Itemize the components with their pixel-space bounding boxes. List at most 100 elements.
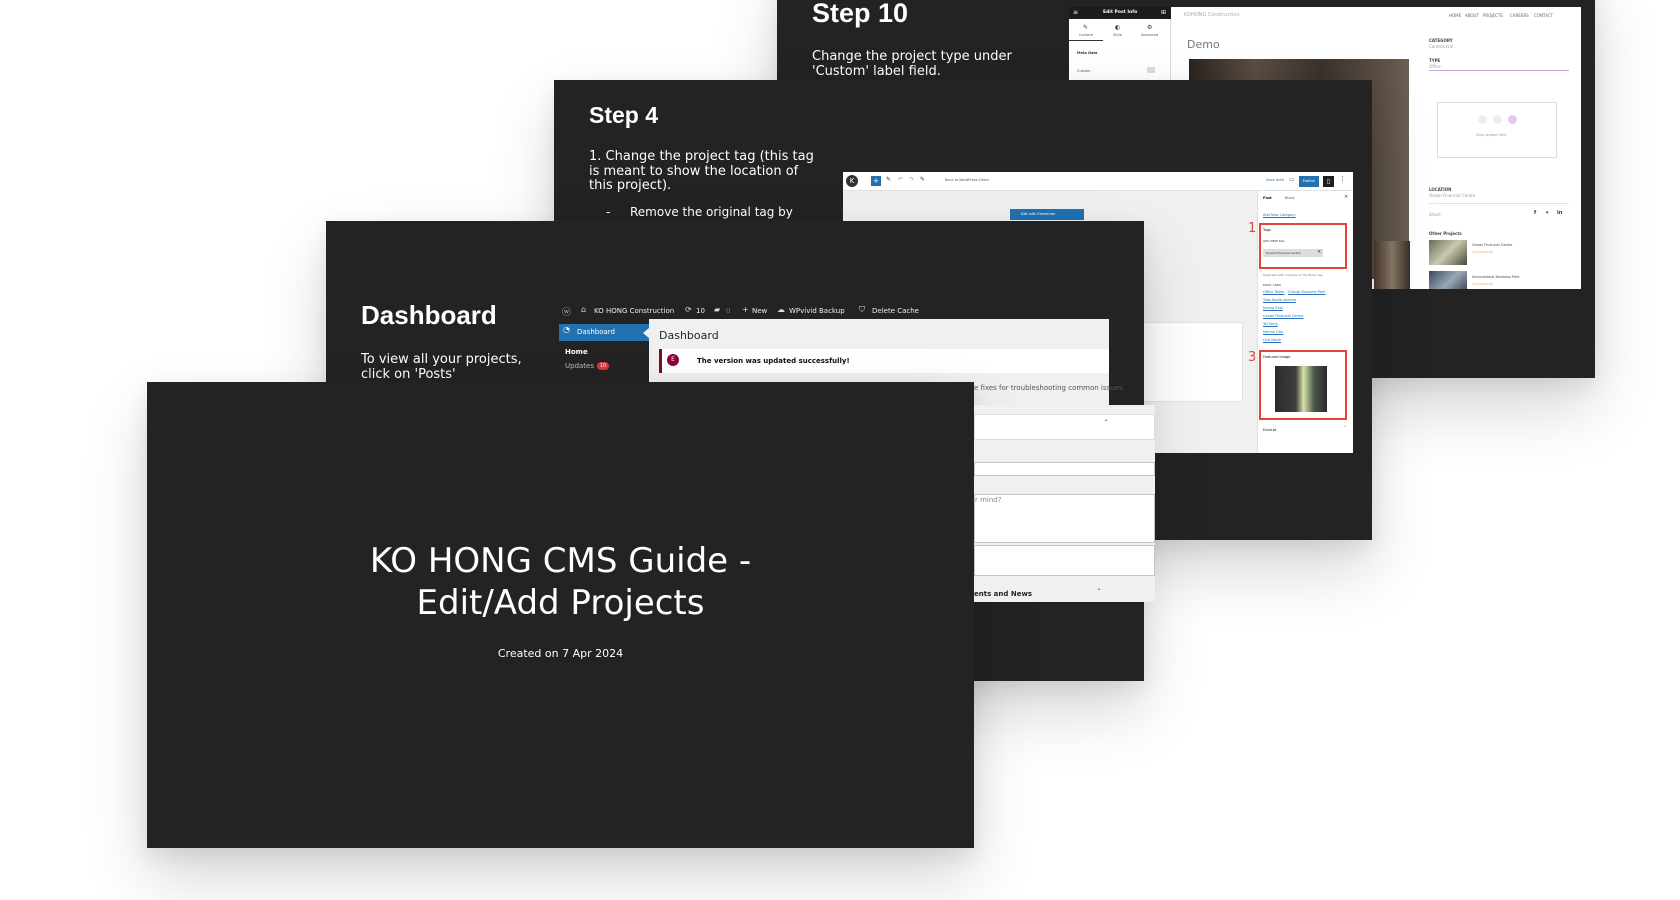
wordpress-logo-icon[interactable]: ⓦ xyxy=(562,305,571,318)
new-link[interactable]: New xyxy=(752,307,767,315)
tag-link-1[interactable]: Office Tower xyxy=(1263,290,1284,294)
slide-title-cover[interactable]: KO HONG CMS Guide - Edit/Add Projects Cr… xyxy=(147,382,974,848)
settings-icon[interactable]: ▯ xyxy=(1323,176,1334,187)
events-collapse-icon[interactable]: ˆ xyxy=(1097,588,1101,597)
edit-with-elementor-label: Edit with Elementor xyxy=(1021,212,1056,216)
category-label: CATEGORY xyxy=(1429,38,1453,43)
pencil-icon: ✎ xyxy=(1083,24,1089,31)
nav-contact[interactable]: CONTACT xyxy=(1534,13,1553,18)
submenu-updates[interactable]: Updates xyxy=(565,362,594,370)
linkedin-icon[interactable]: in xyxy=(1557,210,1562,216)
events-title: ents and News xyxy=(974,590,1033,598)
tag-link-8[interactable]: One North xyxy=(1263,338,1281,342)
preview-icon[interactable]: ▭ xyxy=(1289,176,1295,183)
field-custom-control[interactable] xyxy=(1147,67,1155,73)
other-project-1[interactable]: Ocean Financial Centre xyxy=(1472,243,1512,247)
notice-subtext: e fixes for troubleshooting common issue… xyxy=(974,384,1125,392)
backup-link[interactable]: WPvivid Backup xyxy=(789,307,845,315)
other-project-2[interactable]: International Business Park xyxy=(1472,275,1520,279)
tools-icon[interactable]: ✎ xyxy=(920,176,925,183)
other-project-thumb-1[interactable] xyxy=(1429,240,1467,265)
grid-icon: ⊞ xyxy=(1161,9,1167,16)
type-underline xyxy=(1429,70,1569,71)
section-meta[interactable]: Meta Data xyxy=(1077,51,1097,55)
annotation-number-1: 1 xyxy=(1248,221,1257,236)
tab-block[interactable]: Block xyxy=(1285,196,1294,200)
submenu-home[interactable]: Home xyxy=(565,348,588,356)
updates-count[interactable]: 10 xyxy=(696,307,705,315)
annotation-box-3 xyxy=(1259,350,1347,420)
delete-cache-link[interactable]: Delete Cache xyxy=(872,307,919,315)
separate-hint: Separate with commas or the Enter key. xyxy=(1263,273,1324,277)
nav-home[interactable]: HOME xyxy=(1449,13,1461,18)
tag-link-6[interactable]: Tai Seng xyxy=(1263,322,1278,326)
nav-projects[interactable]: PROJECTS xyxy=(1483,13,1503,18)
tag-link-5[interactable]: Ocean Financial Centre xyxy=(1263,314,1303,318)
cache-icon: ⛉ xyxy=(859,305,865,314)
tab-post[interactable]: Post xyxy=(1263,196,1272,200)
slide-title: Step 10 xyxy=(812,0,909,28)
draft-field-1[interactable] xyxy=(974,462,1155,476)
other-project-thumb-2[interactable] xyxy=(1429,271,1467,289)
project-side-image xyxy=(1374,241,1410,289)
panel-title: Edit Post Info xyxy=(1103,10,1138,15)
tag-link-7[interactable]: Marina One xyxy=(1263,330,1283,334)
inserter-icon[interactable]: + xyxy=(871,176,881,186)
post-title: Demo xyxy=(1187,38,1220,51)
comments-count[interactable]: 0 xyxy=(726,307,730,315)
nav-careers[interactable]: CAREERS xyxy=(1510,13,1529,18)
more-icon[interactable]: ⋮ xyxy=(1339,175,1346,183)
updates-badge: 10 xyxy=(597,362,609,370)
add-new-category-link[interactable]: Add New Category xyxy=(1263,213,1296,217)
facebook-icon[interactable]: f xyxy=(1534,210,1536,216)
cover-title-line-2: Edit/Add Projects xyxy=(416,583,705,623)
tab-advanced[interactable]: Advanced xyxy=(1141,33,1158,37)
other-project-2-tag: Commercial xyxy=(1472,282,1493,286)
draft-field-2[interactable] xyxy=(974,545,1155,576)
site-logo[interactable]: K xyxy=(846,175,858,187)
excerpt-title: Excerpt xyxy=(1263,428,1277,432)
location-value: Ocean Financial Centre xyxy=(1429,193,1476,198)
gear-icon: ⚙ xyxy=(1147,24,1153,31)
save-draft-link[interactable]: Save draft xyxy=(1266,178,1284,182)
slide-title: Dashboard xyxy=(361,300,497,330)
slide-text: Change the project type under 'Custom' l… xyxy=(812,49,1012,79)
drag-widget-box[interactable]: Drag widget here xyxy=(1437,102,1557,158)
twitter-icon[interactable]: ✦ xyxy=(1545,210,1549,216)
widget-collapse-icon[interactable]: ˆ xyxy=(1104,419,1108,428)
publish-button[interactable]: Publish xyxy=(1299,176,1319,187)
cloud-icon: ☁ xyxy=(777,305,785,314)
other-project-1-tag: Commercial xyxy=(1472,250,1493,254)
most-used-label: MOST USED xyxy=(1263,283,1281,287)
dashboard-overflow-panel: e fixes for troubleshooting common issue… xyxy=(974,384,1155,602)
back-to-editor[interactable]: Back to WordPress Editor xyxy=(945,178,989,182)
field-custom-label: Custom xyxy=(1077,69,1091,73)
undo-icon[interactable]: ↶ xyxy=(898,176,903,183)
tab-style[interactable]: Style xyxy=(1113,33,1122,37)
notice-text: The version was updated successfully! xyxy=(697,357,850,365)
location-label: LOCATION xyxy=(1429,187,1452,192)
widget-caption: Drag widget here xyxy=(1476,133,1507,137)
cover-title-line-1: KO HONG CMS Guide - xyxy=(369,541,752,581)
site-name-link[interactable]: KO HONG Construction xyxy=(594,307,674,315)
pen-icon[interactable]: ✎ xyxy=(886,176,891,183)
nav-about[interactable]: ABOUT xyxy=(1465,13,1479,18)
annotation-number-3: 3 xyxy=(1248,350,1257,365)
excerpt-expand-icon[interactable]: ˆ xyxy=(1344,426,1347,432)
cover-created-date: Created on 7 Apr 2024 xyxy=(497,647,624,660)
type-label: TYPE xyxy=(1429,58,1441,63)
slide-text: 1. Change the project tag (this tag is m… xyxy=(589,149,814,194)
redo-icon[interactable]: ↷ xyxy=(909,176,914,183)
updates-icon: ⟳ xyxy=(685,305,692,314)
slide-title: Step 4 xyxy=(589,102,659,128)
tag-link-3[interactable]: Tuas South Avenue xyxy=(1263,298,1296,302)
tag-link-4[interactable]: Jurong East xyxy=(1263,306,1283,310)
bullet-text: Remove the original tag by xyxy=(630,205,793,219)
type-value: Office xyxy=(1429,64,1441,69)
tag-link-2[interactable]: Changi Business Park xyxy=(1288,290,1325,294)
draft-placeholder: r mind? xyxy=(975,496,1002,504)
share-label: Share xyxy=(1429,212,1441,217)
category-value: Commercial xyxy=(1429,44,1453,49)
tab-content[interactable]: Content xyxy=(1079,33,1093,37)
sidebar-close-icon[interactable]: × xyxy=(1344,194,1348,200)
